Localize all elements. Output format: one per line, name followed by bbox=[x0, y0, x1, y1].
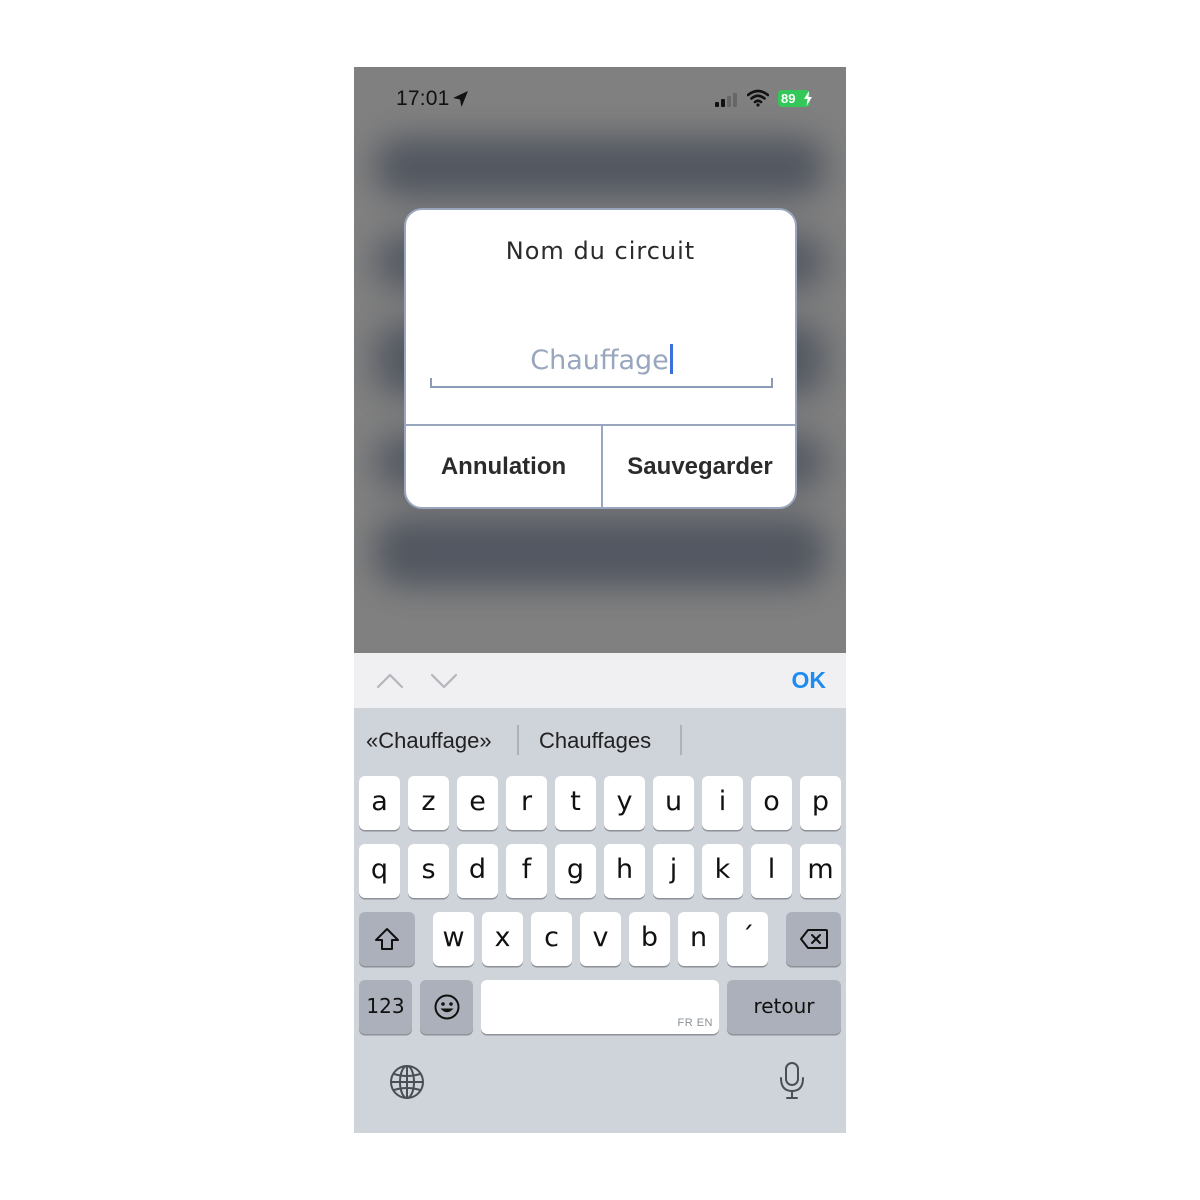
emoji-key[interactable] bbox=[420, 980, 473, 1034]
phone-screen: 17:01 89 Nom du circuit Chauffage Annula… bbox=[354, 67, 846, 1133]
space-language-hint: FR EN bbox=[677, 1017, 713, 1029]
key-o[interactable]: o bbox=[751, 776, 792, 830]
backspace-icon bbox=[799, 929, 828, 949]
text-caret bbox=[669, 344, 673, 374]
key-a[interactable]: a bbox=[359, 776, 400, 830]
chevron-down-icon[interactable] bbox=[430, 669, 458, 691]
suggestion-divider bbox=[517, 725, 519, 755]
key-j[interactable]: j bbox=[653, 844, 694, 898]
backspace-key[interactable] bbox=[786, 912, 841, 966]
location-arrow-icon bbox=[453, 91, 468, 107]
wifi-icon bbox=[747, 89, 769, 107]
key-l[interactable]: l bbox=[751, 844, 792, 898]
save-button[interactable]: Sauvegarder bbox=[603, 425, 795, 507]
key-r[interactable]: r bbox=[506, 776, 547, 830]
dialog-title: Nom du circuit bbox=[505, 237, 696, 265]
key-p[interactable]: p bbox=[800, 776, 841, 830]
suggestion-bar: «Chauffage» Chauffages bbox=[354, 708, 846, 772]
suggestion-item[interactable]: Chauffages bbox=[539, 728, 651, 754]
key-n[interactable]: n bbox=[678, 912, 719, 966]
numbers-key[interactable]: 123 bbox=[359, 980, 412, 1034]
done-button[interactable]: OK bbox=[792, 667, 827, 694]
rename-circuit-dialog: Nom du circuit Chauffage Annulation Sauv… bbox=[404, 208, 797, 509]
keyboard-accessory-bar: OK bbox=[354, 653, 846, 708]
key-q[interactable]: q bbox=[359, 844, 400, 898]
signal-bars-icon bbox=[715, 93, 737, 107]
key-e[interactable]: e bbox=[457, 776, 498, 830]
chevron-up-icon[interactable] bbox=[376, 669, 404, 691]
emoji-icon bbox=[434, 994, 459, 1020]
key-i[interactable]: i bbox=[702, 776, 743, 830]
circuit-name-input[interactable]: Chauffage bbox=[430, 336, 773, 388]
key-t[interactable]: t bbox=[555, 776, 596, 830]
suggestion-divider bbox=[680, 725, 682, 755]
shift-key[interactable] bbox=[359, 912, 415, 966]
charging-bolt-icon bbox=[804, 91, 812, 106]
key-h[interactable]: h bbox=[604, 844, 645, 898]
input-text: Chauffage bbox=[530, 345, 669, 376]
key-f[interactable]: f bbox=[506, 844, 547, 898]
key-s[interactable]: s bbox=[408, 844, 449, 898]
circuit-name-value[interactable]: Chauffage bbox=[430, 344, 773, 376]
space-key[interactable]: FR EN bbox=[481, 980, 719, 1034]
shift-icon bbox=[375, 928, 399, 950]
key-m[interactable]: m bbox=[800, 844, 841, 898]
key-z[interactable]: z bbox=[408, 776, 449, 830]
key-u[interactable]: u bbox=[653, 776, 694, 830]
key-x[interactable]: x bbox=[482, 912, 523, 966]
key-d[interactable]: d bbox=[457, 844, 498, 898]
key-g[interactable]: g bbox=[555, 844, 596, 898]
battery-level: 89 bbox=[781, 91, 796, 106]
key-k[interactable]: k bbox=[702, 844, 743, 898]
return-key[interactable]: retour bbox=[727, 980, 841, 1034]
suggestion-item[interactable]: «Chauffage» bbox=[366, 728, 492, 754]
cancel-button[interactable]: Annulation bbox=[406, 425, 601, 507]
key-y[interactable]: y bbox=[604, 776, 645, 830]
key-v[interactable]: v bbox=[580, 912, 621, 966]
key-acute-accent[interactable]: ´ bbox=[727, 912, 768, 966]
globe-icon[interactable] bbox=[389, 1064, 425, 1100]
input-underline bbox=[430, 378, 773, 388]
key-w[interactable]: w bbox=[433, 912, 474, 966]
keyboard: «Chauffage» Chauffages a z e r t y u i o… bbox=[354, 708, 846, 1133]
key-c[interactable]: c bbox=[531, 912, 572, 966]
status-time: 17:01 bbox=[396, 87, 450, 110]
key-b[interactable]: b bbox=[629, 912, 670, 966]
microphone-icon[interactable] bbox=[779, 1062, 805, 1100]
